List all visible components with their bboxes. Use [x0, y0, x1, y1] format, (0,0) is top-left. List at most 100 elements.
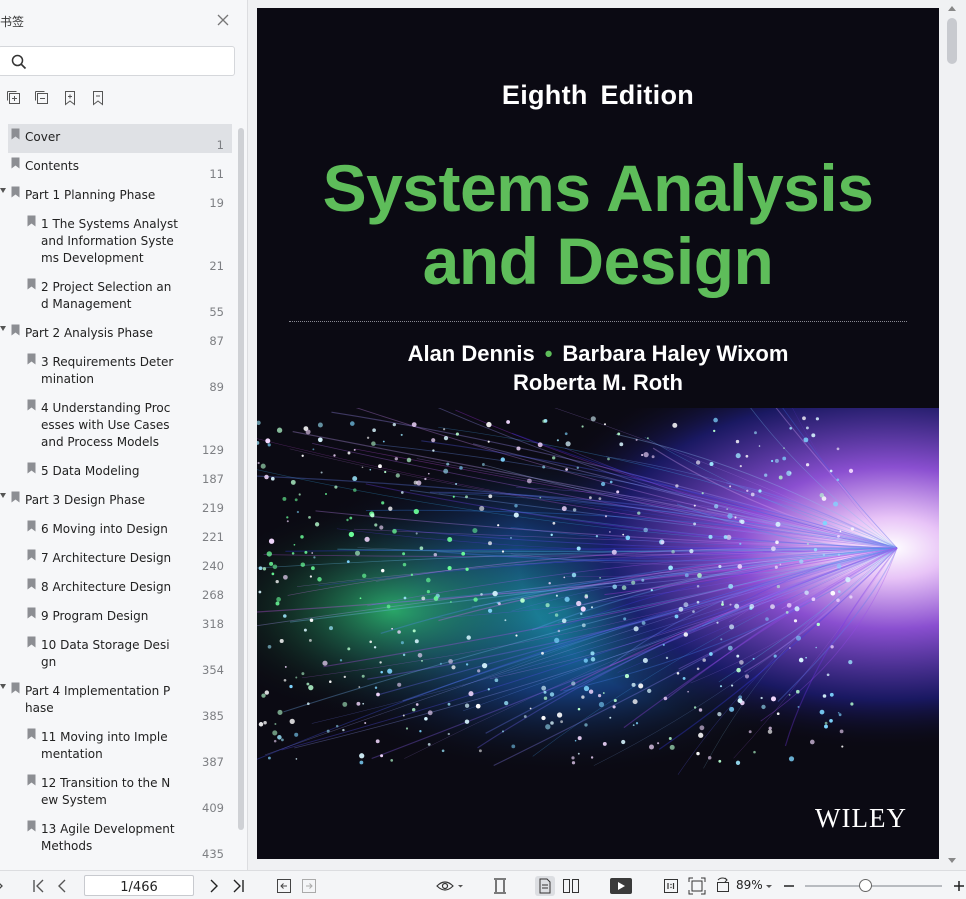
prev-page-icon[interactable] — [56, 877, 68, 895]
bookmark-item[interactable]: 8 Architecture Design 268 — [8, 574, 232, 603]
fiber-light-point — [400, 641, 404, 645]
fiber-light-point — [443, 428, 446, 431]
actual-size-icon[interactable] — [663, 877, 679, 895]
expand-caret-icon[interactable] — [0, 188, 6, 193]
fiber-light-point — [426, 577, 431, 583]
fiber-light-point — [475, 703, 481, 709]
fit-page-icon[interactable] — [688, 877, 706, 895]
document-scrollbar-thumb[interactable] — [947, 18, 957, 64]
collapse-all-icon[interactable] — [34, 90, 50, 106]
fiber-light-point — [754, 431, 757, 435]
fiber-light-point — [464, 703, 470, 708]
fiber-light-point — [352, 476, 358, 482]
fiber-light-point — [678, 606, 684, 612]
fiber-light-point — [563, 576, 566, 579]
rotate-icon[interactable] — [714, 877, 732, 895]
fiber-light-point — [731, 684, 734, 687]
fiber-light-point — [274, 723, 277, 725]
single-page-icon[interactable] — [535, 876, 555, 896]
fiber-light-point — [571, 681, 576, 686]
fiber-light-point — [361, 674, 365, 678]
fiber-light-point — [795, 689, 800, 694]
page-number-box[interactable] — [84, 875, 194, 897]
fiber-light-point — [455, 432, 459, 436]
fiber-light-point — [758, 489, 762, 493]
fiber-light-point — [638, 683, 644, 689]
bookmark-search-box[interactable] — [0, 46, 235, 76]
zoom-level[interactable]: 89% — [736, 878, 763, 892]
bookmark-item[interactable]: 5 Data Modeling 187 — [8, 458, 232, 487]
bookmark-search-input[interactable] — [31, 51, 226, 71]
fiber-light-point — [364, 721, 367, 725]
bookmark-item[interactable]: 9 Program Design 318 — [8, 603, 232, 632]
fiber-light-point — [631, 682, 636, 687]
fiber-light-point — [447, 702, 451, 706]
zoom-in-icon[interactable] — [953, 877, 965, 895]
fiber-light-point — [263, 720, 267, 725]
add-bookmark-icon[interactable] — [62, 90, 78, 106]
play-icon[interactable] — [610, 878, 632, 896]
bookmark-item[interactable]: Part 4 Implementation P hase 385 — [0, 678, 232, 724]
panel-toggle-icon[interactable] — [0, 877, 4, 895]
bookmark-item[interactable]: Part 2 Analysis Phase 87 — [0, 320, 232, 349]
fiber-light-point — [819, 493, 825, 498]
fiber-light-point — [346, 518, 349, 522]
fiber-light-point — [300, 562, 306, 567]
zoom-dropdown-chevron-down-icon[interactable] — [765, 877, 773, 895]
bookmark-item[interactable]: 12 Transition to the N ew System 409 — [8, 770, 232, 816]
bookmark-item[interactable]: Part 1 Planning Phase 19 — [0, 182, 232, 211]
forward-icon[interactable] — [301, 877, 317, 895]
expand-caret-icon[interactable] — [0, 493, 6, 498]
fiber-light-point — [668, 737, 672, 740]
fiber-light-point — [632, 724, 635, 726]
fiber-light-point — [359, 597, 362, 600]
bookmark-item[interactable]: Contents 11 — [8, 153, 232, 182]
expand-caret-icon[interactable] — [0, 684, 6, 689]
zoom-slider-track[interactable] — [805, 885, 942, 887]
bookmark-item[interactable]: 7 Architecture Design 240 — [8, 545, 232, 574]
close-icon[interactable] — [216, 13, 230, 27]
back-icon[interactable] — [276, 877, 292, 895]
bookmark-icon — [27, 728, 36, 740]
bookmark-item[interactable]: Part 3 Design Phase 219 — [0, 487, 232, 516]
fiber-light-point — [488, 541, 492, 546]
bookmark-item[interactable]: Cover 1 — [8, 124, 232, 153]
fiber-light-point — [543, 690, 547, 694]
scroll-up-arrow-icon[interactable] — [948, 6, 956, 11]
scroll-down-arrow-icon[interactable] — [948, 858, 956, 863]
fiber-light-point — [342, 701, 348, 707]
fiber-light-point — [571, 761, 576, 765]
bookmark-item[interactable]: 10 Data Storage Desi gn 354 — [8, 632, 232, 678]
zoom-slider-handle[interactable] — [859, 879, 873, 892]
zoom-out-icon[interactable] — [783, 877, 795, 895]
fiber-light-point — [719, 685, 723, 688]
fiber-light-point — [713, 417, 718, 423]
next-page-icon[interactable] — [208, 877, 220, 895]
first-page-icon[interactable] — [32, 877, 46, 895]
sidebar-scrollbar[interactable] — [238, 128, 244, 830]
eye-mode-icon[interactable] — [436, 877, 464, 895]
bookmark-item[interactable]: 2 Project Selection an d Management 55 — [8, 274, 232, 320]
fit-width-icon[interactable] — [492, 877, 508, 895]
two-page-icon[interactable] — [562, 877, 580, 895]
bookmark-item[interactable]: 6 Moving into Design 221 — [8, 516, 232, 545]
bookmark-item[interactable]: 3 Requirements Deter mination 89 — [8, 349, 232, 395]
fiber-light-point — [406, 457, 412, 463]
bookmark-outline-icon[interactable] — [90, 90, 106, 106]
fiber-optic-cover-image — [257, 408, 939, 776]
expand-caret-icon[interactable] — [0, 326, 6, 331]
expand-all-icon[interactable] — [6, 90, 22, 106]
bookmark-item[interactable]: 13 Agile Development Methods 435 — [8, 816, 232, 862]
fiber-light-point — [496, 601, 499, 604]
last-page-icon[interactable] — [231, 877, 245, 895]
fiber-light-point — [449, 600, 452, 603]
fiber-light-point — [836, 598, 840, 602]
bookmark-item[interactable]: 4 Understanding Proc esses with Use Case… — [8, 395, 232, 458]
fiber-light-point — [696, 600, 700, 604]
fiber-light-point — [684, 573, 689, 578]
fiber-light-point — [783, 447, 785, 450]
bookmark-label: 7 Architecture Design — [41, 551, 172, 565]
page-number-input[interactable] — [85, 878, 193, 897]
bookmark-item[interactable]: 1 The Systems Analyst and Information Sy… — [8, 211, 232, 274]
bookmark-item[interactable]: 11 Moving into Imple mentation 387 — [8, 724, 232, 770]
